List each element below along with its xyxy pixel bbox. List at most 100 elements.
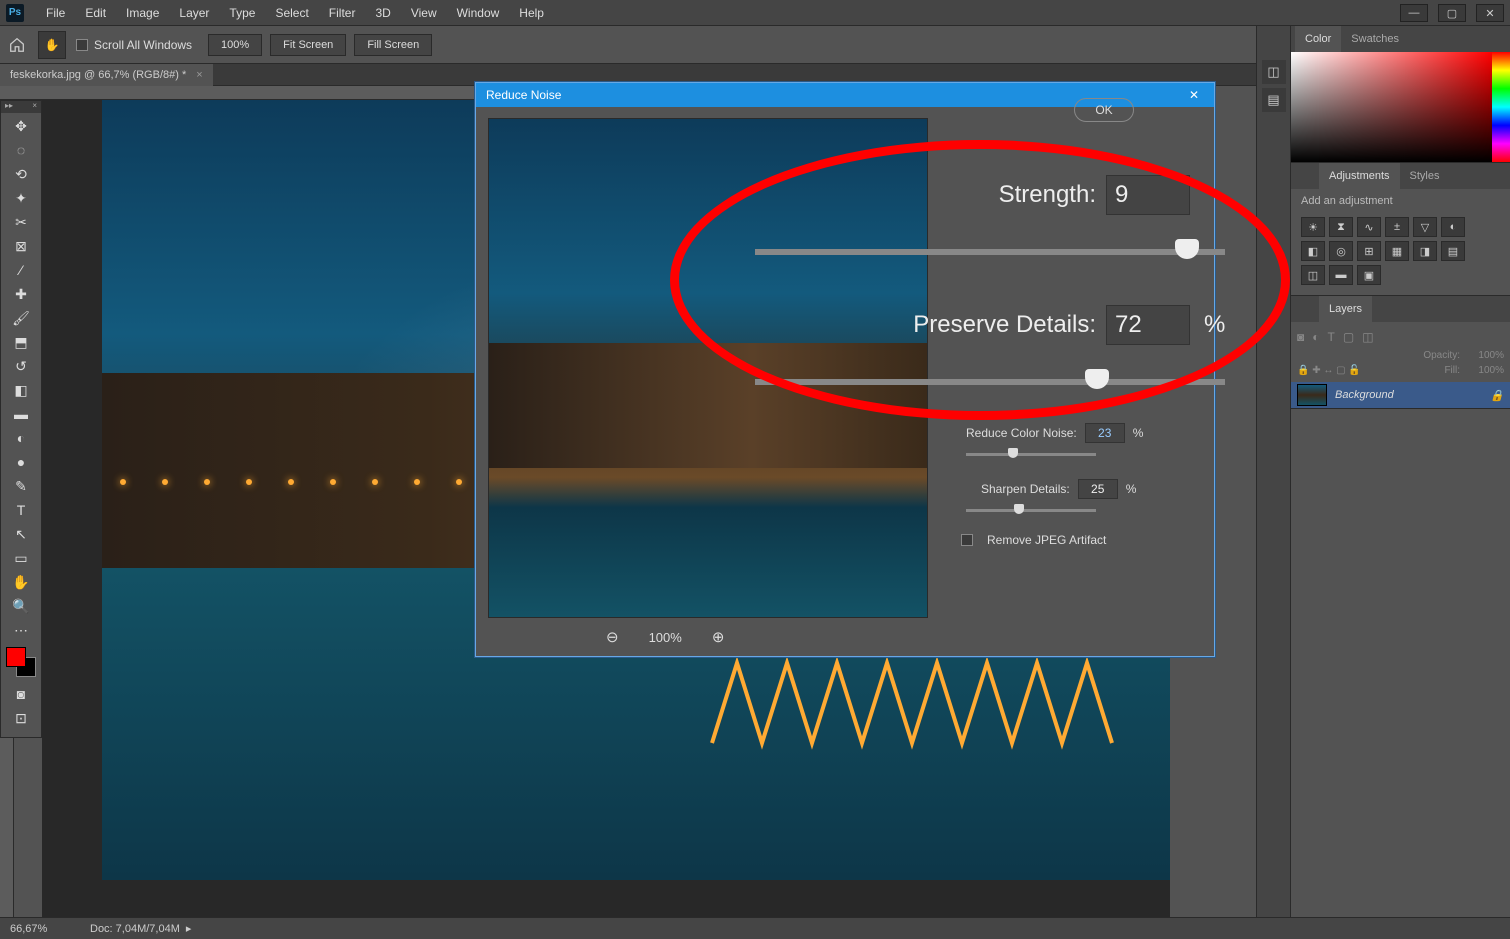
adj-exposure-icon[interactable]: ± (1385, 217, 1409, 237)
dock-history-icon[interactable]: ◫ (1262, 60, 1286, 84)
stamp-tool-icon[interactable]: ⬒ (7, 331, 35, 353)
crop-tool-icon[interactable]: ✂ (7, 211, 35, 233)
menu-select[interactable]: Select (265, 0, 318, 26)
layer-background[interactable]: Background 🔒 (1291, 382, 1510, 408)
status-arrow-icon[interactable]: ▸ (186, 922, 192, 935)
edit-toolbar-icon[interactable]: ⋯ (7, 619, 35, 641)
gradient-tool-icon[interactable]: ▬ (7, 403, 35, 425)
opacity-value[interactable]: 100% (1464, 350, 1504, 361)
zoom-out-icon[interactable]: ⊖ (606, 628, 619, 646)
adj-threshold-icon[interactable]: ◫ (1301, 265, 1325, 285)
hue-slider[interactable] (1492, 52, 1510, 162)
adj-bw-icon[interactable]: ◧ (1301, 241, 1325, 261)
close-tab-icon[interactable]: × (196, 69, 202, 81)
status-zoom[interactable]: 66,67% (10, 923, 80, 935)
adj-selective-icon[interactable]: ▣ (1357, 265, 1381, 285)
eraser-tool-icon[interactable]: ◧ (7, 379, 35, 401)
maximize-button[interactable]: ▢ (1438, 4, 1466, 22)
adj-mixer-icon[interactable]: ⊞ (1357, 241, 1381, 261)
menu-file[interactable]: File (36, 0, 75, 26)
blur-tool-icon[interactable]: ◐ (7, 427, 35, 449)
menu-edit[interactable]: Edit (75, 0, 116, 26)
adj-hue-icon[interactable]: ◐ (1441, 217, 1465, 237)
filter-adjust-icon[interactable]: ◐ (1312, 330, 1319, 344)
lasso-tool-icon[interactable]: ⟲ (7, 163, 35, 185)
history-brush-tool-icon[interactable]: ↺ (7, 355, 35, 377)
menu-view[interactable]: View (401, 0, 447, 26)
screenmode-icon[interactable]: ⊡ (7, 707, 35, 729)
hand-tool-icon[interactable]: ✋ (7, 571, 35, 593)
right-panel-group: Color Swatches Adjustments Styles Add an… (1290, 26, 1510, 939)
menu-3d[interactable]: 3D (365, 0, 400, 26)
filter-pixel-icon[interactable]: ◙ (1297, 330, 1304, 344)
tab-swatches[interactable]: Swatches (1341, 26, 1409, 52)
wand-tool-icon[interactable]: ✦ (7, 187, 35, 209)
adj-vibrance-icon[interactable]: ▽ (1413, 217, 1437, 237)
fit-screen-button[interactable]: Fit Screen (270, 34, 346, 56)
document-tab[interactable]: feskekorka.jpg @ 66,7% (RGB/8#) * × (0, 64, 213, 86)
adj-gradient-icon[interactable]: ▬ (1329, 265, 1353, 285)
quickmask-icon[interactable]: ◙ (7, 683, 35, 705)
tab-properties[interactable] (1295, 163, 1319, 189)
sharpen-slider[interactable] (1014, 504, 1024, 514)
dodge-tool-icon[interactable]: ● (7, 451, 35, 473)
layer-thumbnail[interactable] (1297, 384, 1327, 406)
heal-tool-icon[interactable]: ✚ (7, 283, 35, 305)
filter-type-icon[interactable]: T (1328, 330, 1335, 344)
fill-screen-button[interactable]: Fill Screen (354, 34, 432, 56)
menu-window[interactable]: Window (447, 0, 510, 26)
dialog-preview[interactable] (488, 118, 928, 618)
adj-posterize-icon[interactable]: ▤ (1441, 241, 1465, 261)
menu-layer[interactable]: Layer (169, 0, 219, 26)
status-doc-size[interactable]: Doc: 7,04M/7,04M (90, 923, 180, 935)
adj-brightness-icon[interactable]: ☀ (1301, 217, 1325, 237)
shape-tool-icon[interactable]: ▭ (7, 547, 35, 569)
dock-actions-icon[interactable]: ▤ (1262, 88, 1286, 112)
tab-layers[interactable]: Layers (1319, 296, 1372, 322)
close-button[interactable]: ✕ (1476, 4, 1504, 22)
color-swatches[interactable] (6, 647, 36, 677)
colornoise-input[interactable]: 23 (1085, 423, 1125, 443)
remove-jpeg-checkbox[interactable] (961, 534, 973, 546)
adj-curves-icon[interactable]: ∿ (1357, 217, 1381, 237)
foreground-color-swatch[interactable] (6, 647, 26, 667)
tool-preset-icon[interactable]: ✋ (38, 31, 66, 59)
marquee-tool-icon[interactable]: ◌ (7, 139, 35, 161)
move-tool-icon[interactable]: ✥ (7, 115, 35, 137)
collapse-icon[interactable]: ▸▸ (5, 101, 13, 113)
lock-icons[interactable]: 🔒 ✚ ↔ ▢ 🔓 (1297, 365, 1361, 376)
colornoise-slider[interactable] (1008, 448, 1018, 458)
brush-tool-icon[interactable]: 🖌 (7, 307, 35, 329)
adj-invert-icon[interactable]: ◨ (1413, 241, 1437, 261)
close-panel-icon[interactable]: × (32, 101, 37, 113)
scroll-all-checkbox[interactable]: Scroll All Windows (76, 38, 192, 52)
menu-type[interactable]: Type (219, 0, 265, 26)
menu-filter[interactable]: Filter (319, 0, 366, 26)
adj-photo-filter-icon[interactable]: ◎ (1329, 241, 1353, 261)
color-picker[interactable] (1291, 52, 1510, 162)
home-icon[interactable] (8, 36, 26, 54)
zoom-tool-icon[interactable]: 🔍 (7, 595, 35, 617)
menu-image[interactable]: Image (116, 0, 169, 26)
adj-levels-icon[interactable]: ⧗ (1329, 217, 1353, 237)
tab-color[interactable]: Color (1295, 26, 1341, 52)
fill-value[interactable]: 100% (1464, 365, 1504, 376)
filter-shape-icon[interactable]: ▢ (1343, 330, 1354, 344)
menu-help[interactable]: Help (509, 0, 554, 26)
zoom-100-button[interactable]: 100% (208, 34, 262, 56)
tab-adjustments[interactable]: Adjustments (1319, 163, 1400, 189)
dialog-close-icon[interactable]: ✕ (1184, 88, 1204, 102)
sharpen-input[interactable]: 25 (1078, 479, 1118, 499)
minimize-button[interactable]: — (1400, 4, 1428, 22)
path-select-tool-icon[interactable]: ↖ (7, 523, 35, 545)
pen-tool-icon[interactable]: ✎ (7, 475, 35, 497)
ok-button[interactable]: OK (1074, 98, 1134, 122)
filter-smart-icon[interactable]: ◫ (1362, 330, 1373, 344)
tab-styles[interactable]: Styles (1400, 163, 1450, 189)
zoom-in-icon[interactable]: ⊕ (712, 628, 725, 646)
tab-channels[interactable] (1295, 296, 1319, 322)
type-tool-icon[interactable]: T (7, 499, 35, 521)
adj-lookup-icon[interactable]: ▦ (1385, 241, 1409, 261)
eyedropper-tool-icon[interactable]: ⁄ (7, 259, 35, 281)
frame-tool-icon[interactable]: ⊠ (7, 235, 35, 257)
